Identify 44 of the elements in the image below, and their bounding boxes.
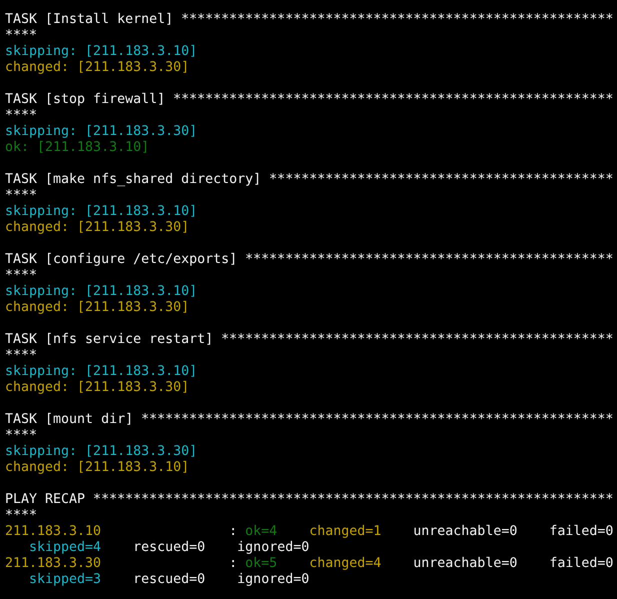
heading-overflow: ****: [5, 108, 38, 124]
task-heading: TASK [stop firewall] *******************************************************: [5, 92, 614, 108]
result-line: changed: [211.183.3.30]: [5, 60, 190, 76]
colon-separator: :: [229, 524, 238, 540]
stat-value: ok=5: [245, 556, 278, 572]
stat-value: ok=4: [245, 524, 278, 540]
stat-value: unreachable=0: [413, 556, 518, 572]
heading-overflow: ****: [5, 268, 38, 284]
result-line: skipping: [211.183.3.10]: [5, 364, 198, 380]
heading-overflow: ****: [5, 508, 38, 524]
host-name: 211.183.3.10: [5, 524, 102, 540]
result-line: skipping: [211.183.3.10]: [5, 284, 198, 300]
host-name: 211.183.3.30: [5, 556, 102, 572]
stat-value: failed=0: [549, 556, 614, 572]
heading-overflow: ****: [5, 188, 38, 204]
result-line: skipping: [211.183.3.10]: [5, 204, 198, 220]
stat-value: failed=0: [549, 524, 614, 540]
task-heading: TASK [Install kernel] ******************************************************: [5, 12, 614, 28]
recap-heading: PLAY RECAP *****************************************************************: [5, 492, 614, 508]
colon-separator: :: [229, 556, 238, 572]
stat-value: changed=4: [309, 556, 382, 572]
stat-value: rescued=0: [133, 572, 206, 588]
task-heading: TASK [nfs service restart] *************************************************: [5, 332, 614, 348]
result-line: skipping: [211.183.3.30]: [5, 124, 198, 140]
result-line: changed: [211.183.3.30]: [5, 220, 190, 236]
task-heading: TASK [make nfs_shared directory] *******************************************: [5, 172, 614, 188]
task-heading: TASK [mount dir] ***********************************************************: [5, 412, 614, 428]
heading-overflow: ****: [5, 28, 38, 44]
heading-overflow: ****: [5, 428, 38, 444]
result-line: ok: [211.183.3.10]: [5, 140, 150, 156]
heading-overflow: ****: [5, 348, 38, 364]
stat-value: ignored=0: [237, 572, 310, 588]
result-line: skipping: [211.183.3.10]: [5, 44, 198, 60]
result-line: changed: [211.183.3.10]: [5, 460, 190, 476]
stat-value: changed=1: [309, 524, 382, 540]
result-line: changed: [211.183.3.30]: [5, 300, 190, 316]
stat-value: ignored=0: [237, 540, 310, 556]
stat-value: rescued=0: [133, 540, 206, 556]
stat-value: skipped=4: [29, 540, 102, 556]
task-heading: TASK [configure /etc/exports] **********************************************: [5, 252, 614, 268]
stat-value: skipped=3: [29, 572, 102, 588]
stat-value: unreachable=0: [413, 524, 518, 540]
result-line: changed: [211.183.3.30]: [5, 380, 190, 396]
result-line: skipping: [211.183.3.30]: [5, 444, 198, 460]
